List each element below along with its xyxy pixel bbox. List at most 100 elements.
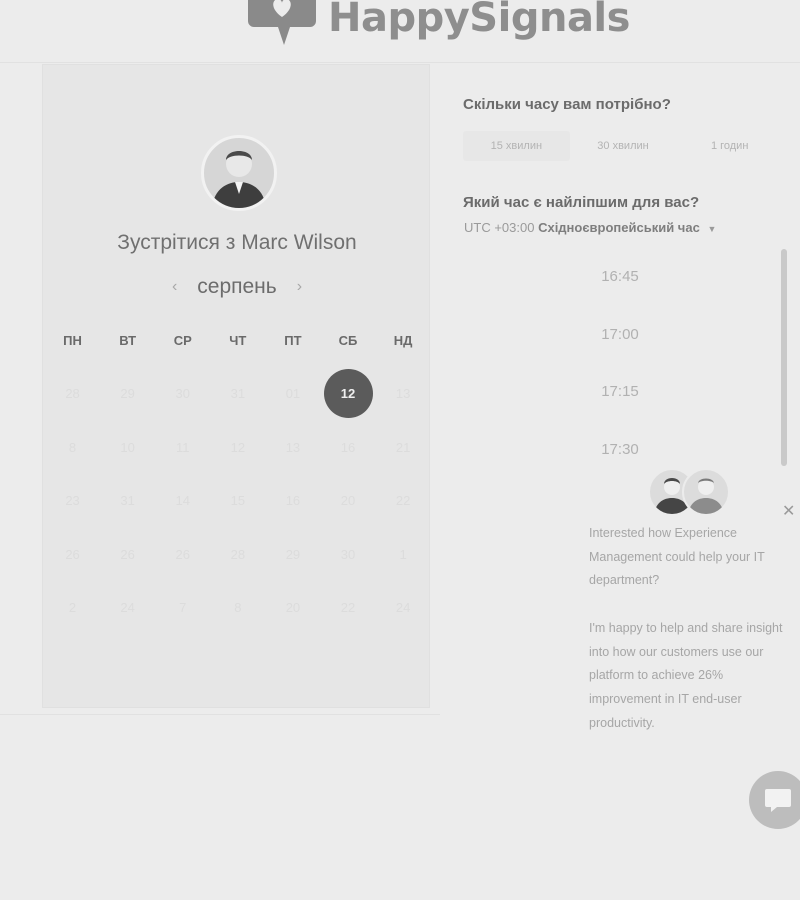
calendar-day[interactable]: 31 xyxy=(210,367,265,421)
calendar-card: Зустрітися з Marc Wilson ‹ серпень › ПН … xyxy=(42,64,430,708)
avatar xyxy=(682,468,730,516)
calendar-day[interactable]: 28 xyxy=(45,367,100,421)
weekday-label: НД xyxy=(393,333,413,348)
calendar-day[interactable]: 8 xyxy=(210,581,265,635)
calendar-day[interactable]: 7 xyxy=(155,581,210,635)
calendar-day-label: 26 xyxy=(175,546,190,562)
calendar-day-label: 31 xyxy=(230,386,246,402)
calendar-day-label: 28 xyxy=(65,386,80,402)
calendar-days-grid: 28 29 30 31 01 12 13 8 10 11 12 13 16 21 23 31 14 15 16 20 2… xyxy=(45,367,431,635)
calendar-day[interactable]: 26 xyxy=(100,528,155,582)
calendar-day-label: 21 xyxy=(395,439,411,455)
caret-down-icon: ▼ xyxy=(707,224,717,234)
time-slot-list: 16:45 17:00 17:15 17:30 xyxy=(470,262,770,492)
calendar-day[interactable]: 29 xyxy=(100,367,155,421)
weekday-label: ПН xyxy=(63,333,82,348)
time-slot[interactable]: 16:45 xyxy=(470,262,770,320)
calendar-day[interactable]: 14 xyxy=(155,474,210,528)
duration-option-60[interactable]: 1 годин xyxy=(676,131,783,161)
meeting-title: Зустрітися з Marc Wilson xyxy=(117,231,357,254)
calendar-day-label: 30 xyxy=(175,386,190,402)
calendar-day[interactable]: 30 xyxy=(155,367,210,421)
chevron-right-icon[interactable]: › xyxy=(297,278,302,296)
host-avatar xyxy=(201,135,277,211)
brand-logo[interactable]: HappySignals xyxy=(246,0,630,50)
calendar-day[interactable]: 24 xyxy=(376,581,431,635)
calendar-day-label: 13 xyxy=(395,386,411,402)
chat-agent-avatars xyxy=(648,468,732,518)
calendar-day[interactable]: 22 xyxy=(376,474,431,528)
brand-name: HappySignals xyxy=(328,0,630,41)
calendar-day-label: 14 xyxy=(175,493,190,509)
calendar-day[interactable]: 8 xyxy=(45,421,100,475)
timezone-selector[interactable]: UTC +03:00 Східноєвропейський час ▼ xyxy=(464,220,716,235)
weekday-label: ЧТ xyxy=(229,333,247,348)
calendar-day[interactable]: 1 xyxy=(376,528,431,582)
calendar-day[interactable]: 2 xyxy=(45,581,100,635)
chevron-left-icon[interactable]: ‹ xyxy=(172,278,177,296)
calendar-day[interactable]: 23 xyxy=(45,474,100,528)
footer-divider xyxy=(0,714,440,715)
calendar-day-label: 26 xyxy=(120,546,135,562)
calendar-day-label: 11 xyxy=(175,439,190,455)
calendar-day-label: 8 xyxy=(68,439,77,455)
calendar-day[interactable]: 01 xyxy=(265,367,320,421)
calendar-day-label: 29 xyxy=(120,386,135,402)
calendar-day-label: 22 xyxy=(395,493,411,509)
calendar-day[interactable]: 16 xyxy=(265,474,320,528)
calendar-day[interactable]: 10 xyxy=(100,421,155,475)
time-slot[interactable]: 17:15 xyxy=(470,377,770,435)
timezone-name: Східноєвропейський час xyxy=(538,220,700,235)
calendar-day[interactable]: 13 xyxy=(265,421,320,475)
calendar-day[interactable]: 16 xyxy=(320,421,375,475)
calendar-day-selected[interactable]: 12 xyxy=(320,367,375,421)
calendar-day-label: 20 xyxy=(285,600,301,616)
calendar-day[interactable]: 12 xyxy=(210,421,265,475)
calendar-day-label: 22 xyxy=(340,600,356,616)
calendar-day[interactable]: 31 xyxy=(100,474,155,528)
calendar-day[interactable]: 15 xyxy=(210,474,265,528)
calendar-day-label: 2 xyxy=(68,600,77,616)
calendar-day[interactable]: 20 xyxy=(320,474,375,528)
calendar-day-label: 7 xyxy=(179,600,187,616)
weekday-label: СБ xyxy=(338,333,358,348)
calendar-day[interactable]: 26 xyxy=(45,528,100,582)
calendar-day[interactable]: 29 xyxy=(265,528,320,582)
calendar-day-label: 8 xyxy=(234,600,242,616)
calendar-day[interactable]: 13 xyxy=(376,367,431,421)
calendar-day[interactable]: 21 xyxy=(376,421,431,475)
chat-launcher-button[interactable] xyxy=(749,771,800,829)
calendar-day-label: 01 xyxy=(285,386,301,402)
calendar-day[interactable]: 28 xyxy=(210,528,265,582)
calendar-day-label: 1 xyxy=(399,546,407,562)
time-slot-scrollbar[interactable] xyxy=(781,249,787,466)
duration-question: Скільки часу вам потрібно? xyxy=(463,96,671,113)
calendar-day-label: 12 xyxy=(230,439,246,455)
calendar-day-label: 23 xyxy=(65,493,80,509)
duration-option-30[interactable]: 30 хвилин xyxy=(570,131,677,161)
calendar-day[interactable]: 11 xyxy=(155,421,210,475)
calendar-day-label: 29 xyxy=(285,546,301,562)
calendar-day[interactable]: 20 xyxy=(265,581,320,635)
header-divider xyxy=(0,62,800,63)
close-icon[interactable]: ✕ xyxy=(782,504,795,520)
weekday-label: СР xyxy=(173,333,192,348)
calendar-day-label: 10 xyxy=(120,439,135,455)
duration-option-15[interactable]: 15 хвилин xyxy=(463,131,570,161)
calendar-day[interactable]: 24 xyxy=(100,581,155,635)
chat-message: Interested how Experience Management cou… xyxy=(589,522,789,735)
time-slot[interactable]: 17:00 xyxy=(470,320,770,378)
calendar-day-label: 13 xyxy=(285,439,301,455)
month-navigation: ‹ серпень › xyxy=(43,275,431,299)
calendar-day-label: 31 xyxy=(120,493,135,509)
calendar-day[interactable]: 22 xyxy=(320,581,375,635)
time-question: Який час є найліпшим для вас? xyxy=(463,194,700,211)
timezone-offset: UTC +03:00 xyxy=(464,220,535,235)
calendar-day-label: 16 xyxy=(285,493,301,509)
calendar-day-label: 30 xyxy=(340,546,356,562)
calendar-day-label: 28 xyxy=(230,546,246,562)
calendar-day[interactable]: 26 xyxy=(155,528,210,582)
calendar-day-label: 15 xyxy=(230,493,246,509)
calendar-day-label: 24 xyxy=(395,600,411,616)
calendar-day[interactable]: 30 xyxy=(320,528,375,582)
